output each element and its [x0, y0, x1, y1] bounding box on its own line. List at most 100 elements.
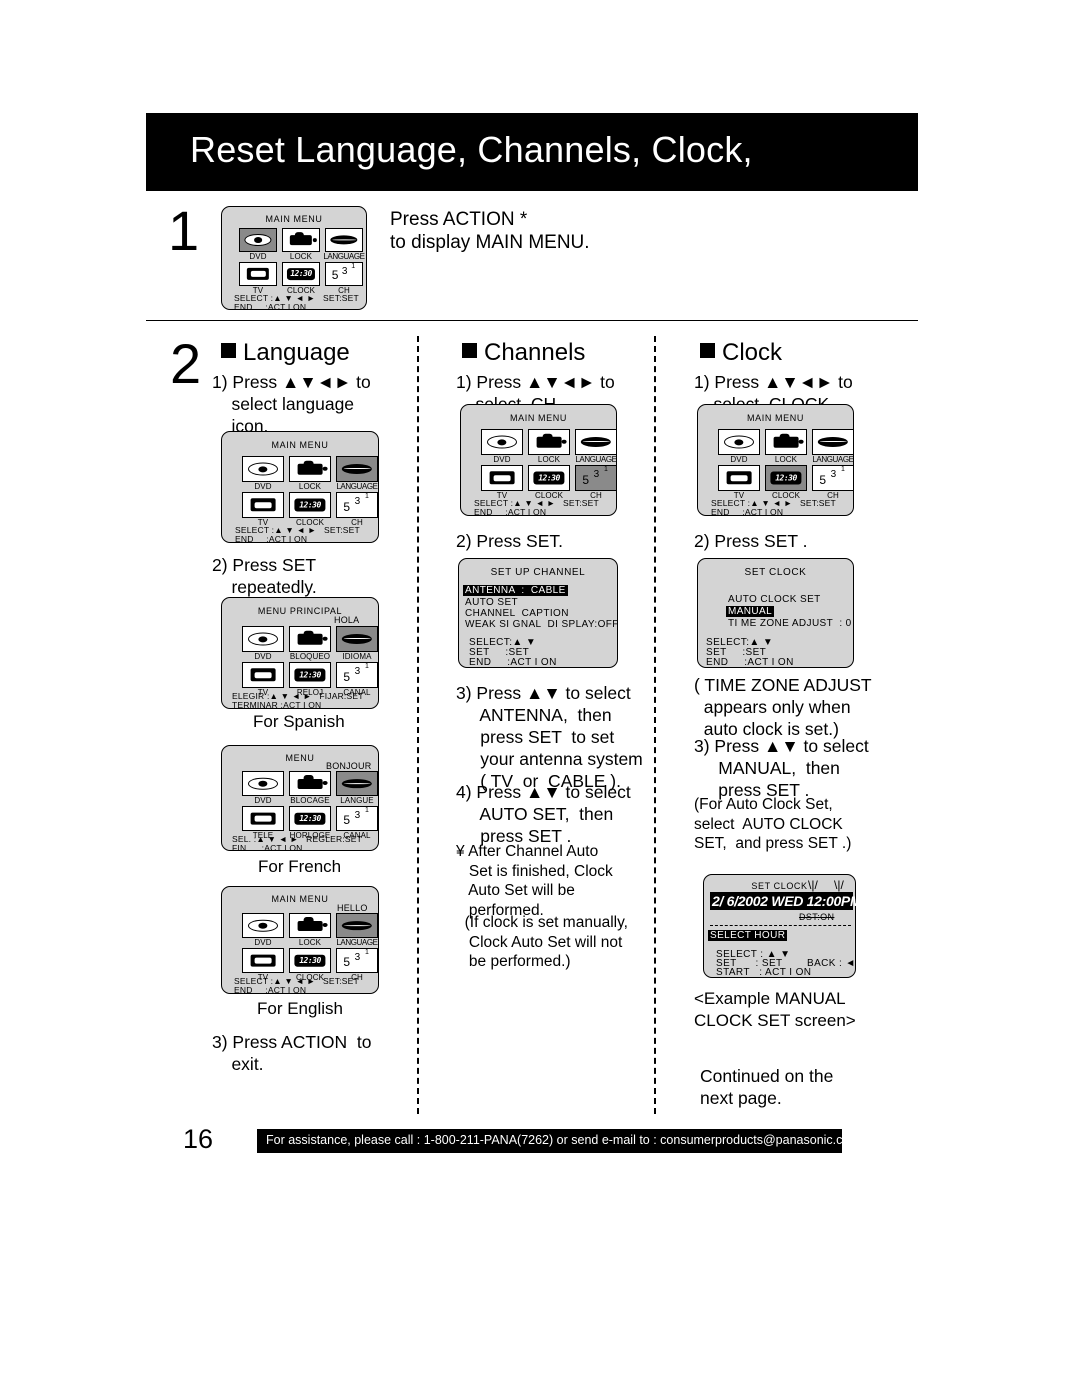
- osd-footer-line3: END :ACT I ON: [706, 657, 794, 668]
- main-menu-screen-channels: MAIN MENU DVD LOCK LANGUAGE TV 12:30 CLO…: [460, 404, 617, 517]
- language-icon-box: [812, 429, 854, 455]
- language-label: LANGUAGE: [336, 482, 378, 491]
- lock-icon-box: [282, 228, 320, 252]
- spanish-caption: For Spanish: [253, 712, 345, 731]
- digital-clock-icon: 12:30: [294, 498, 326, 512]
- language-label: LANGUAGE: [323, 252, 365, 261]
- channels-step-3-text: 3) Press ▲▼ to select ANTENNA, then pres…: [456, 683, 643, 792]
- ch-digit-3: 3: [593, 468, 600, 480]
- osd-footer-line2: END :ACT I ON: [235, 534, 308, 544]
- step-1-instruction-line1: Press ACTION *: [390, 209, 528, 230]
- language-icon-box: [336, 913, 378, 938]
- channel-numbers-icon: 5 3 1: [326, 263, 362, 285]
- back-label: BACK : ◄: [807, 958, 856, 969]
- dvd-label: DVD: [254, 938, 272, 947]
- dvd-label: DVD: [249, 252, 267, 261]
- lock-icon: [536, 433, 567, 448]
- clock-datetime-value: 2/ 6/2002 WED 12:00PM: [710, 892, 862, 910]
- language-label: LANGUAGE: [336, 938, 378, 947]
- clock-icon-box: 12:30: [765, 465, 807, 491]
- dvd-label: DVD: [730, 455, 748, 464]
- ch-digit-1: 1: [365, 663, 369, 671]
- ch-digit-3: 3: [354, 495, 361, 507]
- channels-step-4-text: 4) Press ▲▼ to select AUTO SET, then pre…: [456, 782, 631, 847]
- tv-icon-box: [718, 465, 760, 491]
- language-step-2-text: 2) Press SET repeatedly.: [212, 555, 317, 598]
- language-icon-box: [336, 771, 378, 796]
- channel-numbers-icon: 5 3 1: [337, 493, 377, 517]
- osd-title: SET CLOCK: [744, 567, 807, 578]
- lips-icon: [341, 633, 373, 645]
- dvd-icon-box: [242, 913, 284, 938]
- ch-digit-5: 5: [582, 472, 590, 487]
- spanish-menu-screen: MENU PRINCIPAL HOLA DVD BLOQUEO IDIOMA T…: [221, 597, 379, 710]
- ch-digit-5: 5: [343, 954, 351, 969]
- lips-icon: [817, 436, 849, 448]
- language-step-1-text: 1) Press ▲▼◄► to select language icon.: [212, 372, 371, 437]
- ch-icon-box: 5 3 1: [812, 465, 854, 491]
- osd-title: MAIN MENU: [271, 440, 329, 450]
- lock-label: LOCK: [289, 252, 313, 261]
- dvd-icon-box: [242, 771, 284, 796]
- dvd-label: DVD: [254, 796, 272, 805]
- clock-icon-box: 12:30: [289, 492, 331, 518]
- ch-digit-1: 1: [365, 807, 369, 815]
- lips-icon: [341, 778, 373, 789]
- blink-ray-right-icon: \|/: [834, 878, 844, 892]
- tv-icon: [250, 668, 276, 682]
- lock-icon-box: [289, 771, 331, 796]
- osd-title: SET CLOCK: [751, 881, 808, 891]
- lock-icon: [297, 917, 328, 932]
- channels-step-2-text: 2) Press SET.: [456, 531, 563, 551]
- osd-footer-line2: FIN :ACT I ON: [232, 843, 303, 853]
- ch-digit-1: 1: [604, 466, 608, 474]
- language-step-3-text: 3) Press ACTION to exit.: [212, 1032, 372, 1075]
- channels-heading-label: Channels: [484, 339, 586, 366]
- assistance-text: For assistance, please call : 1-800-211-…: [266, 1133, 860, 1147]
- digital-clock-icon: 12:30: [294, 954, 326, 967]
- tv-icon: [489, 471, 515, 485]
- dvd-icon-box: [718, 429, 760, 455]
- main-menu-screen-step1: MAIN MENU DVD LOCK LANGUAGE TV 12:30 CLO…: [221, 206, 367, 312]
- channels-section-heading: Channels: [462, 339, 585, 367]
- channel-numbers-icon: 5 3 1: [576, 466, 616, 490]
- auto-clock-set-line: AUTO CLOCK SET: [728, 594, 821, 605]
- manual-selected-line: MANUAL: [726, 606, 775, 617]
- ch-icon-box: 5 3 1: [336, 806, 378, 831]
- language-heading-label: Language: [243, 339, 350, 366]
- main-menu-screen-language: MAIN MENU DVD LOCK LANGUAGE TV 12:30 CLO…: [221, 431, 379, 544]
- ch-digit-5: 5: [343, 669, 351, 684]
- lock-icon: [773, 433, 804, 448]
- language-icon-box: [336, 626, 378, 652]
- lips-icon: [341, 920, 373, 931]
- bullet-square-icon: [462, 343, 477, 358]
- lock-label: BLOQUEO: [289, 652, 331, 661]
- channels-note-2: (If clock is set manually, Clock Auto Se…: [464, 914, 628, 971]
- set-clock-screen: SET CLOCK AUTO CLOCK SET MANUAL TI ME ZO…: [697, 558, 854, 668]
- bullet-square-icon: [700, 343, 715, 358]
- dvd-disc-icon: [487, 435, 517, 449]
- osd-title: MAIN MENU: [747, 413, 804, 423]
- digital-clock-icon: 12:30: [770, 471, 802, 485]
- lock-icon: [289, 232, 318, 246]
- time-zone-adjust-line: TI ME ZONE ADJUST : 0: [728, 618, 852, 629]
- osd-footer-line3: START : ACT I ON: [716, 967, 812, 978]
- step-1-instruction-line2: to display MAIN MENU.: [390, 232, 590, 253]
- channel-caption-line: CHANNEL CAPTION: [465, 608, 569, 619]
- dvd-icon-box: [481, 429, 523, 455]
- clock-icon-box: 12:30: [282, 262, 320, 286]
- tv-icon-box: [239, 262, 277, 286]
- clock-step-3-text: 3) Press ▲▼ to select MANUAL, then press…: [694, 736, 869, 801]
- clock-note-2: (For Auto Clock Set, select AUTO CLOCK S…: [694, 796, 852, 853]
- clock-icon-box: 12:30: [528, 465, 570, 491]
- language-label: IDIOMA: [342, 652, 372, 661]
- osd-footer-line2: TERMINAR :ACT I ON: [232, 700, 322, 710]
- osd-title: MAIN MENU: [510, 413, 567, 423]
- tv-icon-box: [242, 806, 284, 831]
- tv-icon: [250, 498, 276, 512]
- lips-icon: [341, 463, 373, 475]
- main-menu-screen-clock: MAIN MENU DVD LOCK LANGUAGE TV 12:30 CLO…: [697, 404, 854, 517]
- dvd-disc-icon: [244, 233, 272, 247]
- page-title: Reset Language, Channels, Clock,: [190, 129, 753, 170]
- channel-numbers-icon: 5 3 1: [813, 466, 853, 490]
